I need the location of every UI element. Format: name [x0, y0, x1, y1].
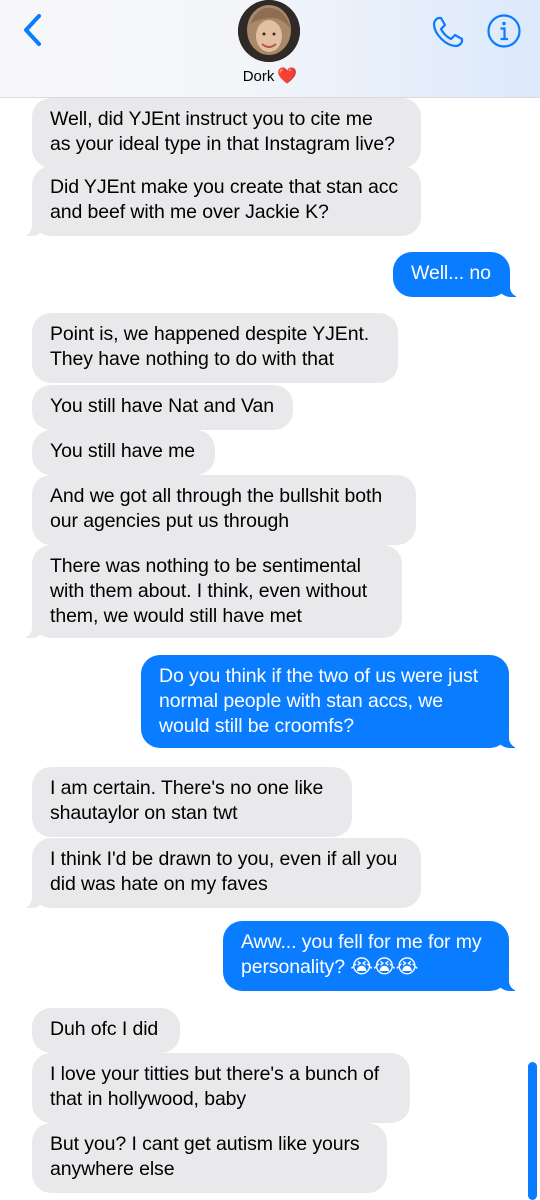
message-incoming[interactable]: Point is, we happened despite YJEnt. The… [32, 313, 398, 383]
message-outgoing[interactable]: Do you think if the two of us were just … [141, 655, 519, 748]
message-incoming[interactable]: Well, did YJEnt instruct you to cite me … [32, 98, 421, 168]
message-text: You still have Nat and Van [50, 395, 274, 417]
message-text: Well, did YJEnt instruct you to cite me … [50, 108, 395, 155]
contact-name[interactable]: Dork ❤️ [0, 66, 540, 86]
message-incoming[interactable]: And we got all through the bullshit both… [32, 475, 416, 545]
call-button[interactable] [428, 12, 468, 52]
message-incoming[interactable]: There was nothing to be sentimental with… [22, 545, 402, 638]
message-text: I am certain. There's no one like shauta… [50, 777, 324, 824]
message-text: Aww... you fell for me for my personalit… [241, 931, 482, 978]
message-text: I love your titties but there's a bunch … [50, 1063, 380, 1110]
message-incoming[interactable]: Duh ofc I did [32, 1008, 180, 1053]
message-text: Duh ofc I did [50, 1018, 159, 1040]
heart-emoji: ❤️ [277, 68, 298, 85]
conversation-header: Dork ❤️ [0, 0, 540, 98]
message-incoming[interactable]: I am certain. There's no one like shauta… [32, 767, 352, 837]
message-incoming[interactable]: You still have Nat and Van [32, 385, 293, 430]
message-text: But you? I cant get autism like yours an… [50, 1133, 360, 1180]
avatar-photo [238, 0, 300, 62]
message-text: Well... no [411, 262, 491, 284]
message-text: I think I'd be drawn to you, even if all… [50, 848, 398, 895]
message-text: Point is, we happened despite YJEnt. The… [50, 323, 370, 370]
info-button[interactable] [485, 12, 523, 50]
message-text: And we got all through the bullshit both… [50, 485, 383, 532]
message-incoming[interactable]: But you? I cant get autism like yours an… [32, 1123, 387, 1193]
chevron-left-icon [24, 14, 41, 46]
contact-name-text: Dork [242, 68, 275, 85]
avatar[interactable] [238, 0, 300, 62]
message-text: You still have me [50, 440, 195, 462]
phone-icon [432, 16, 464, 48]
message-incoming[interactable]: I love your titties but there's a bunch … [32, 1053, 410, 1123]
message-text: There was nothing to be sentimental with… [50, 555, 368, 627]
message-text: Do you think if the two of us were just … [159, 665, 479, 737]
message-outgoing[interactable]: Well... no [393, 252, 520, 297]
back-button[interactable] [18, 12, 48, 48]
scrollbar[interactable] [528, 1062, 537, 1200]
message-text: Did YJEnt make you create that stan acc … [50, 176, 399, 223]
message-outgoing[interactable]: Aww... you fell for me for my personalit… [223, 921, 519, 991]
message-incoming[interactable]: Did YJEnt make you create that stan acc … [22, 166, 421, 236]
info-icon [487, 14, 521, 48]
message-incoming[interactable]: You still have me [32, 430, 215, 475]
message-incoming[interactable]: I think I'd be drawn to you, even if all… [22, 838, 421, 908]
